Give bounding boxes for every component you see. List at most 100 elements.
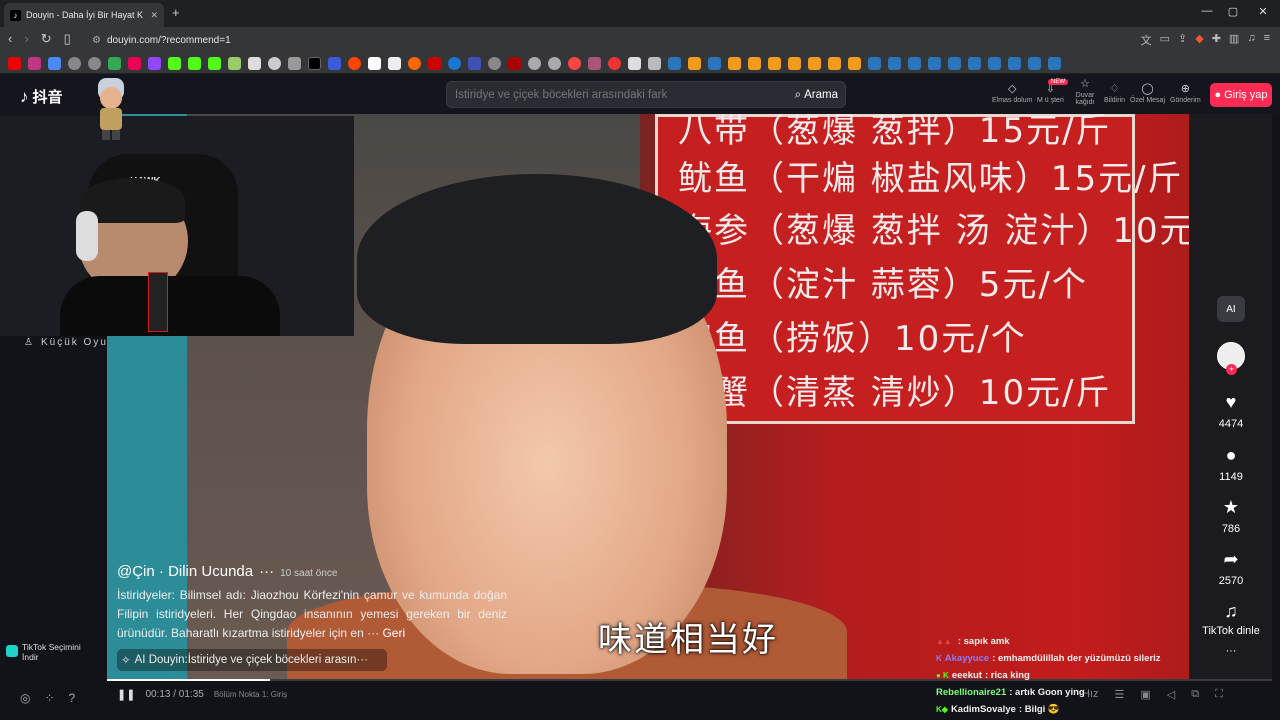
reload-icon[interactable]: ↻ (41, 31, 52, 47)
bookmark-icon[interactable] (808, 57, 821, 70)
kick-bookmark-icon[interactable] (168, 57, 181, 70)
bookmark-icon[interactable] (288, 57, 301, 70)
steam-bookmark-icon[interactable] (1028, 57, 1041, 70)
author-more[interactable]: ··· (259, 563, 274, 580)
bookmark-icon[interactable] (628, 57, 641, 70)
drive-bookmark-icon[interactable] (108, 57, 121, 70)
bookmark-icon[interactable] (548, 57, 561, 70)
bookmark-icon[interactable] (728, 57, 741, 70)
bookmark-icon[interactable] (848, 57, 861, 70)
pause-icon[interactable]: ❚❚ (117, 688, 135, 701)
bookmark-icon[interactable] (428, 57, 441, 70)
bookmark-icon[interactable] (748, 57, 761, 70)
forward-icon[interactable]: › (24, 31, 28, 47)
follow-plus-icon[interactable]: + (1226, 364, 1237, 375)
login-button[interactable]: ● Giriş yap (1210, 83, 1272, 107)
bookmark-icon[interactable] (328, 57, 341, 70)
bookmark-icon[interactable] (368, 57, 381, 70)
bookmark-icon[interactable] (408, 57, 421, 70)
steam-bookmark-icon[interactable] (888, 57, 901, 70)
like-button[interactable]: ♥ 4474 (1200, 392, 1262, 430)
listen-button[interactable]: ♫ TikTok dinle (1200, 601, 1262, 637)
search-input[interactable] (455, 87, 775, 103)
youtube-bookmark-icon[interactable] (8, 57, 21, 70)
steam-bookmark-icon[interactable] (908, 57, 921, 70)
steam-bookmark-icon[interactable] (668, 57, 681, 70)
site-info-icon[interactable]: ⚙ (92, 35, 101, 46)
maximize-button[interactable]: ▢ (1218, 5, 1248, 18)
nav-gonderim[interactable]: ⊕ Gönderim (1170, 82, 1201, 104)
bookmark-icon[interactable] (388, 57, 401, 70)
kick-bookmark-icon[interactable] (188, 57, 201, 70)
steam-bookmark-icon[interactable] (968, 57, 981, 70)
tab-close-icon[interactable]: ✕ (150, 10, 158, 21)
menu-icon[interactable]: ≡ (1264, 32, 1270, 48)
bookmark-icon[interactable] (488, 57, 501, 70)
author-name[interactable]: @Çin · Dilin Ucunda (117, 563, 253, 580)
bookmark-icon[interactable] (788, 57, 801, 70)
nav-bildirin[interactable]: ♢ Bildirin (1104, 82, 1125, 104)
steam-bookmark-icon[interactable] (868, 57, 881, 70)
bookmark-icon[interactable] (768, 57, 781, 70)
bookmark-icon[interactable] (88, 57, 101, 70)
x-bookmark-icon[interactable] (308, 57, 321, 70)
bookmark-icon[interactable]: ▯ (64, 31, 71, 47)
media-icon[interactable]: ♫ (1247, 32, 1255, 48)
bookmark-icon[interactable] (48, 57, 61, 70)
bookmark-icon[interactable] (228, 57, 241, 70)
bookmark-icon[interactable] (608, 57, 621, 70)
chapter-label[interactable]: Bölüm Nokta 1: Giriş (214, 690, 287, 699)
url-field[interactable]: ⚙ douyin.com/?recommend=1 (92, 31, 231, 49)
sidebar-item-kucuk[interactable]: ♙ Küçük Oyu (24, 337, 108, 348)
comment-button[interactable]: ● 1149 (1200, 445, 1262, 483)
nav-duvar[interactable]: ☆ Duvar kağıdı (1073, 77, 1097, 106)
bookmark-icon[interactable] (568, 57, 581, 70)
brave-shield-icon[interactable]: ◆ (1195, 32, 1203, 48)
bookmark-icon[interactable] (508, 57, 521, 70)
help-icon[interactable]: ? (69, 691, 76, 705)
share-button[interactable]: ➦ 2570 (1200, 549, 1262, 587)
douyin-logo[interactable]: ♪ 抖音 (20, 86, 63, 107)
nav-musteri[interactable]: ⇩ M ü şteri (1037, 82, 1064, 104)
nav-elmas[interactable]: ◇ Elmas dolum (992, 82, 1032, 104)
steam-bookmark-icon[interactable] (1048, 57, 1061, 70)
bookmark-icon[interactable] (828, 57, 841, 70)
back-icon[interactable]: ‹ (8, 31, 12, 47)
bookmark-icon[interactable] (248, 57, 261, 70)
steam-bookmark-icon[interactable] (1008, 57, 1021, 70)
bookmark-icon[interactable] (468, 57, 481, 70)
apps-icon[interactable]: ⁘ (44, 691, 54, 705)
close-window-button[interactable]: ✕ (1248, 5, 1278, 18)
bookmark-icon[interactable] (588, 57, 601, 70)
ai-search-suggestion[interactable]: ✧ AI Douyin:İstiridye ve çiçek böcekleri… (117, 649, 387, 671)
new-tab-button[interactable]: + (172, 5, 180, 20)
bookmark-icon[interactable] (448, 57, 461, 70)
favorite-button[interactable]: ★ 786 (1200, 497, 1262, 535)
browser-tab[interactable]: ♪ Douyin - Daha İyi Bir Hayat K ✕ (4, 3, 164, 27)
tiktok-download-link[interactable]: TikTok Seçimini İndir (6, 642, 81, 662)
sidebar-toggle-icon[interactable]: ▥ (1229, 32, 1239, 48)
description-more-link[interactable]: Geri (382, 626, 405, 640)
share-icon[interactable]: ⇪ (1178, 32, 1187, 48)
bookmark-icon[interactable] (688, 57, 701, 70)
bookmark-icon[interactable] (268, 57, 281, 70)
instagram-bookmark-icon[interactable] (28, 57, 41, 70)
search-button[interactable]: ⌕ Arama (791, 85, 842, 105)
steam-bookmark-icon[interactable] (988, 57, 1001, 70)
bookmark-icon[interactable] (68, 57, 81, 70)
translate-icon[interactable]: 文 (1141, 32, 1152, 48)
cast-icon[interactable]: ▭ (1160, 32, 1170, 48)
ai-button[interactable]: AI (1217, 296, 1245, 322)
settings-icon[interactable]: ◎ (20, 691, 30, 705)
steam-bookmark-icon[interactable] (928, 57, 941, 70)
nav-ozel-mesaj[interactable]: ◯ Özel Mesaj (1130, 82, 1165, 104)
folder-bookmark-icon[interactable] (648, 57, 661, 70)
steam-bookmark-icon[interactable] (708, 57, 721, 70)
bookmark-icon[interactable] (528, 57, 541, 70)
extensions-icon[interactable]: ✚ (1212, 32, 1221, 48)
reddit-bookmark-icon[interactable] (348, 57, 361, 70)
steam-bookmark-icon[interactable] (948, 57, 961, 70)
kick-bookmark-icon[interactable] (208, 57, 221, 70)
bookmark-icon[interactable] (128, 57, 141, 70)
twitch-bookmark-icon[interactable] (148, 57, 161, 70)
